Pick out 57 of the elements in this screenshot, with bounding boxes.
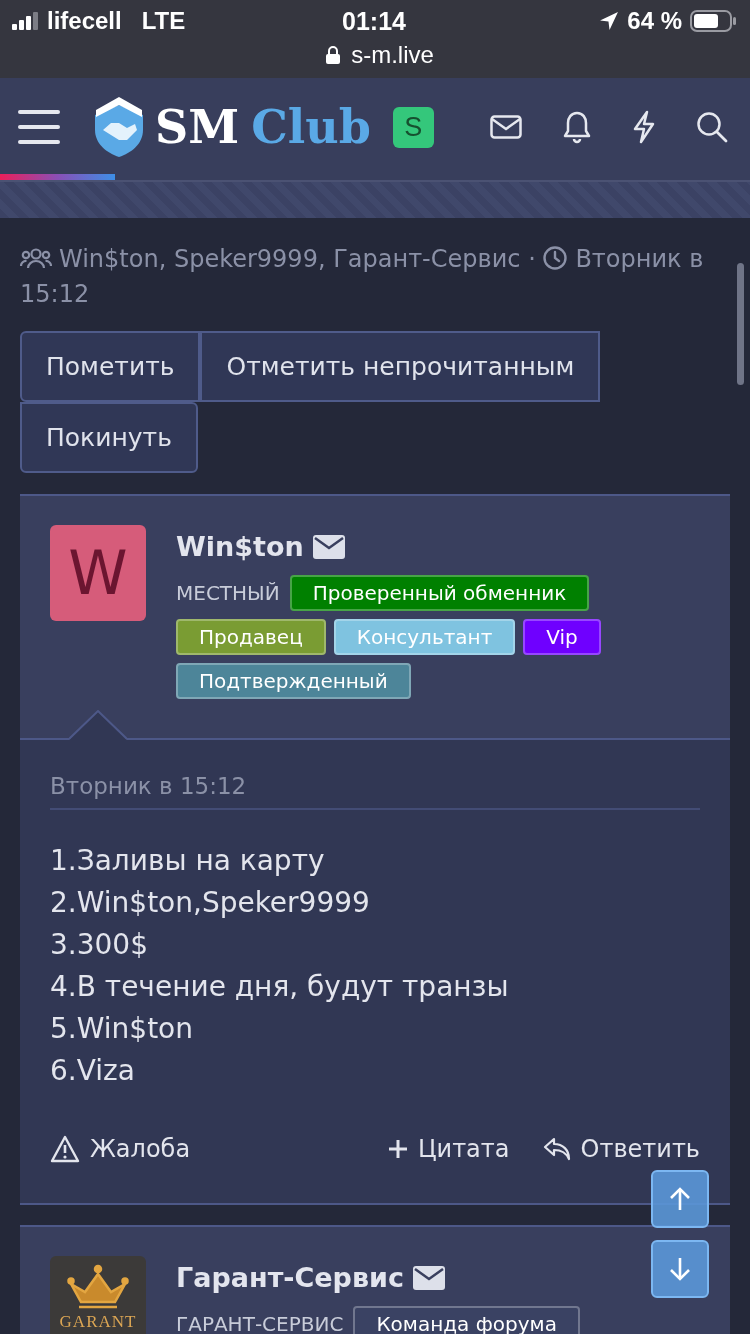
bell-icon[interactable] (562, 110, 592, 144)
thread-action-button[interactable]: Пометить (20, 331, 201, 402)
logo-text[interactable]: SM (155, 101, 240, 153)
clock-time: 01:14 (342, 6, 406, 36)
plus-icon (387, 1139, 408, 1159)
url-text: s-m.live (351, 42, 434, 68)
location-arrow-icon (599, 11, 620, 31)
thread-action-button[interactable]: Покинуть (20, 402, 198, 473)
reply-link[interactable]: Ответить (542, 1131, 700, 1167)
message-line: 4.В течение дня, будут транзы (50, 969, 510, 1005)
avatar-logo-text: GARANT (59, 1312, 137, 1332)
arrow-down-icon (669, 1257, 691, 1281)
message-line: 3.300$ (50, 927, 149, 963)
username-link[interactable]: Win$ton (176, 529, 304, 565)
user-badge: Подтвержденный (176, 663, 411, 699)
menu-icon[interactable] (18, 110, 60, 144)
warning-icon (50, 1135, 80, 1163)
network-type: LTE (141, 6, 186, 36)
message-line: 5.Win$ton (50, 1011, 194, 1047)
clock-icon (543, 246, 568, 270)
quote-link[interactable]: Цитата (387, 1131, 510, 1167)
participants-text: Win$ton, Speker9999, Гарант-Сервис (59, 245, 521, 273)
report-link[interactable]: Жалоба (50, 1131, 191, 1167)
user-badge: Проверенный обменник (289, 575, 590, 611)
user-badge: Продавец (176, 619, 326, 655)
user-avatar[interactable]: S (392, 106, 434, 148)
search-icon[interactable] (696, 111, 728, 143)
scroll-up-button[interactable] (651, 1170, 709, 1228)
thread-time: 15:12 (20, 280, 90, 308)
message-line: 6.Viza (50, 1053, 136, 1089)
thread-date: Вторник в (575, 245, 704, 273)
reply-icon (542, 1136, 571, 1162)
envelope-icon[interactable] (312, 535, 345, 559)
logo-text[interactable]: Club (251, 101, 371, 153)
separator-dot: · (528, 245, 536, 273)
arrow-up-icon (669, 1187, 691, 1211)
lightning-icon[interactable] (632, 110, 656, 144)
lock-icon (326, 46, 341, 64)
battery-percent: 64 % (627, 6, 682, 36)
thread-action-button[interactable]: Отметить непрочитанным (200, 331, 601, 402)
battery-icon (690, 10, 736, 32)
participants-icon (20, 246, 52, 270)
user-title: ГАРАНТ-СЕРВИС (176, 1311, 345, 1334)
scroll-down-button[interactable] (651, 1240, 709, 1298)
user-avatar[interactable]: GARANT (50, 1256, 146, 1334)
carrier-name: lifecell (47, 6, 122, 36)
envelope-icon[interactable] (412, 1266, 445, 1290)
post-date[interactable]: Вторник в 15:12 (50, 770, 700, 802)
mail-icon[interactable] (490, 115, 522, 139)
message-line: 1.Заливы на карту (50, 843, 326, 879)
user-badge: Консультант (333, 619, 516, 655)
signal-icon (12, 12, 38, 30)
message-line: 2.Win$ton,Speker9999 (50, 885, 371, 921)
username-link[interactable]: Гарант-Сервис (176, 1260, 404, 1296)
user-badge: Vip (523, 619, 601, 655)
shield-handshake-logo-icon[interactable] (93, 96, 145, 158)
user-title: МЕСТНЫЙ (176, 580, 281, 607)
